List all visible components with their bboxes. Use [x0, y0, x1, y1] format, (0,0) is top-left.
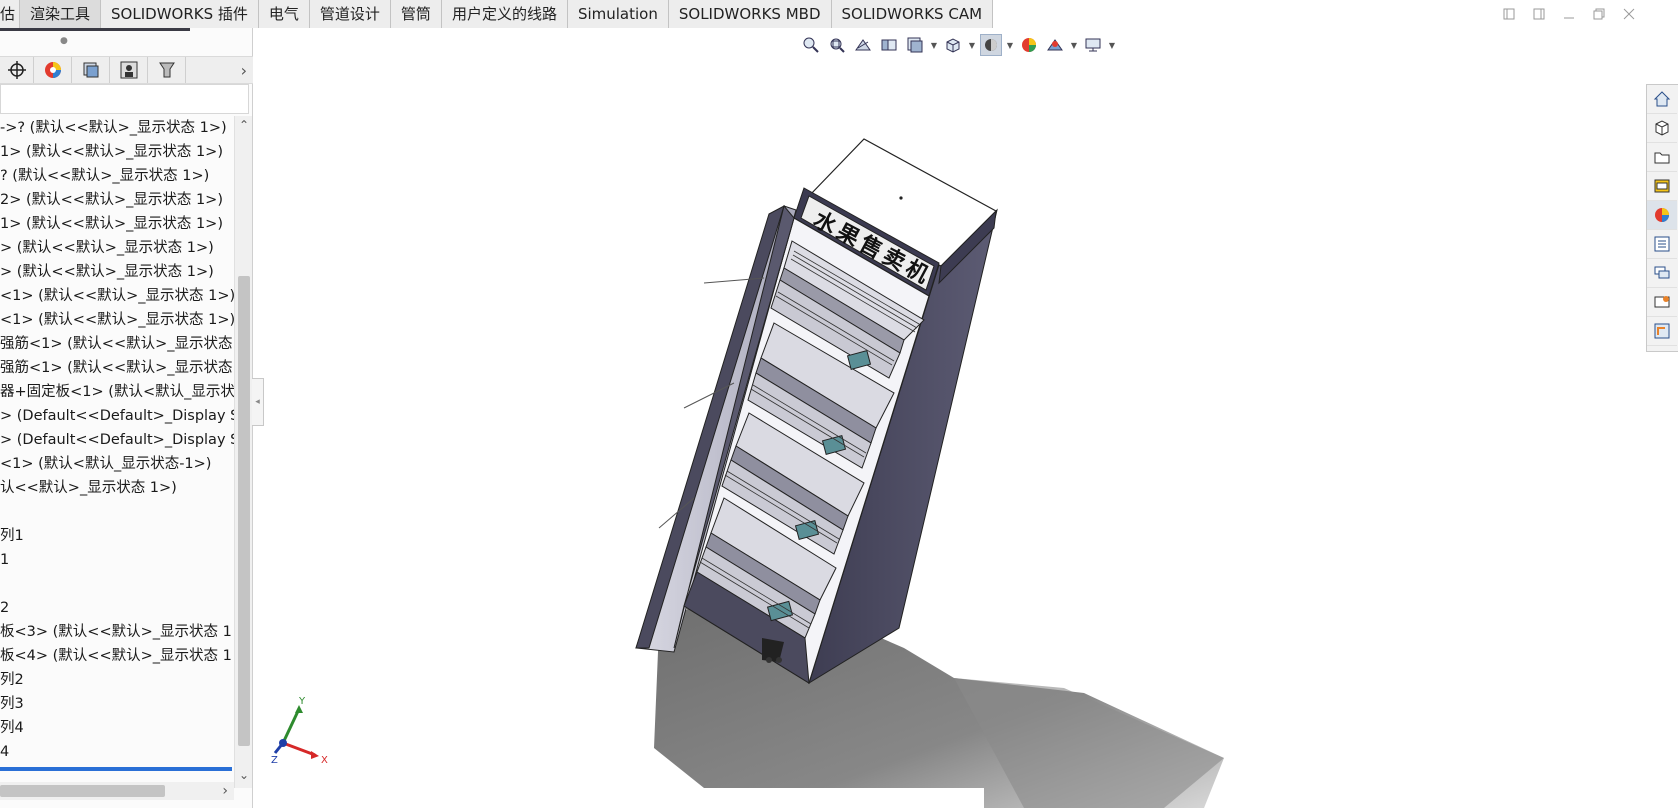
dropdown-caret-icon[interactable]: ▼ [968, 41, 976, 50]
feature-tree: ->? (默认<<默认>_显示状态 1>) 1> (默认<<默认>_显示状态 1>… [0, 116, 234, 768]
feature-manager-panel: ● › ->? (默认<<默认>_显示状态 1>) 1> (默认<<默认>_显示状… [0, 28, 253, 808]
tab-2[interactable]: SOLIDWORKS 插件 [101, 0, 259, 28]
display-style-icon[interactable] [980, 34, 1002, 56]
triad-y-label: Y [298, 697, 306, 707]
tree-row[interactable]: 列4 [0, 716, 234, 740]
tree-row[interactable]: 1> (默认<<默认>_显示状态 1>) [0, 212, 234, 236]
previous-view-icon[interactable] [852, 34, 874, 56]
window-controls [1500, 6, 1638, 22]
tree-row[interactable]: <1> (默认<<默认>_显示状态 1>) [0, 308, 234, 332]
command-manager-tabs: 估渲染工具 SOLIDWORKS 插件 电气 管道设计 管筒 用户定义的线路 Simulat… [0, 0, 994, 28]
tab-9[interactable]: SOLIDWORKS CAM [831, 0, 994, 28]
file-explorer-icon[interactable] [1647, 172, 1677, 201]
tree-row[interactable]: > (Default<<Default>_Display St [0, 428, 234, 452]
routing-library-icon[interactable] [1647, 317, 1677, 346]
solidworks-resources-icon[interactable] [1647, 288, 1677, 317]
zoom-to-area-icon[interactable] [826, 34, 848, 56]
task-pane [1646, 84, 1678, 352]
view-settings-icon[interactable] [1082, 34, 1104, 56]
tree-row[interactable]: 1> (默认<<默认>_显示状态 1>) [0, 140, 234, 164]
tree-row[interactable]: 器+固定板<1> (默认<默认_显示状态 [0, 380, 234, 404]
close-icon[interactable] [1620, 6, 1638, 22]
tree-row[interactable] [0, 572, 234, 596]
tree-row[interactable]: <1> (默认<<默认>_显示状态 1>) [0, 284, 234, 308]
appearances-icon[interactable] [1647, 201, 1677, 230]
tree-row[interactable]: 1 [0, 548, 234, 572]
dropdown-caret-icon[interactable]: ▼ [1070, 41, 1078, 50]
chevron-right-icon[interactable]: › [241, 61, 247, 80]
maximize-icon[interactable] [1590, 6, 1608, 22]
tab-7[interactable]: Simulation [567, 0, 669, 28]
view-triad[interactable]: Y X Z [269, 697, 339, 767]
triad-x-label: X [321, 755, 328, 766]
zoom-to-fit-icon[interactable] [800, 34, 822, 56]
tab-0[interactable]: 估 [0, 0, 21, 28]
tree-row[interactable]: 板<3> (默认<<默认>_显示状态 1 [0, 620, 234, 644]
tree-filter-input[interactable] [0, 84, 249, 114]
feature-manager-icon[interactable] [0, 57, 34, 83]
3d-content-icon[interactable] [1647, 114, 1677, 143]
tree-row[interactable]: 列3 [0, 692, 234, 716]
tab-5[interactable]: 管筒 [390, 0, 442, 28]
tab-3[interactable]: 电气 [258, 0, 310, 28]
minimize-icon[interactable] [1560, 6, 1578, 22]
dropdown-caret-icon[interactable]: ▼ [1006, 41, 1014, 50]
triad-z-label: Z [271, 755, 278, 766]
tree-row[interactable]: 2 [0, 596, 234, 620]
home-icon[interactable] [1647, 85, 1677, 114]
graphics-area[interactable]: 水果售卖机 Y X Z [264, 28, 1644, 808]
panel-grip-icon[interactable]: ● [60, 36, 68, 46]
dropdown-caret-icon[interactable]: ▼ [1108, 41, 1116, 50]
section-view-icon[interactable] [878, 34, 900, 56]
tree-row[interactable]: 认<<默认>_显示状态 1>) [0, 476, 234, 500]
dimxpert-icon[interactable] [110, 57, 148, 83]
tab-4[interactable]: 管道设计 [309, 0, 391, 28]
panel-tabs: › [0, 56, 253, 84]
tree-row[interactable]: ->? (默认<<默认>_显示状态 1>) [0, 116, 234, 140]
tab-1[interactable]: 渲染工具 [20, 0, 102, 28]
forum-icon[interactable] [1647, 259, 1677, 288]
tab-6[interactable]: 用户定义的线路 [441, 0, 568, 28]
panel-collapse-handle[interactable]: ◂ [252, 378, 264, 426]
config-manager-icon[interactable] [72, 57, 110, 83]
hscroll-thumb[interactable] [0, 785, 165, 797]
scroll-down-icon[interactable]: ⌄ [235, 768, 253, 784]
design-library-icon[interactable] [1647, 143, 1677, 172]
tree-row[interactable]: 强筋<1> (默认<<默认>_显示状态 [0, 356, 234, 380]
custom-properties-icon[interactable] [1647, 230, 1677, 259]
tree-row[interactable]: <1> (默认<默认_显示状态-1>) [0, 452, 234, 476]
heads-up-view-toolbar: ▼ ▼ ▼ ▼ ▼ [800, 32, 1116, 58]
tree-row[interactable]: ? (默认<<默认>_显示状态 1>) [0, 164, 234, 188]
hide-show-icon[interactable] [1018, 34, 1040, 56]
vending-machine-model[interactable]: 水果售卖机 [264, 28, 1644, 808]
tree-row[interactable]: 强筋<1> (默认<<默认>_显示状态 [0, 332, 234, 356]
tree-row[interactable]: 板<4> (默认<<默认>_显示状态 1 [0, 644, 234, 668]
dynamic-annotation-icon[interactable] [904, 34, 926, 56]
scroll-up-icon[interactable]: ⌃ [235, 118, 253, 134]
scroll-right-icon[interactable]: › [222, 782, 228, 800]
scroll-thumb[interactable] [238, 276, 250, 746]
tree-row[interactable]: > (Default<<Default>_Display St [0, 404, 234, 428]
tree-horizontal-scrollbar[interactable]: › [0, 782, 234, 800]
dropdown-caret-icon[interactable]: ▼ [930, 41, 938, 50]
tab-8[interactable]: SOLIDWORKS MBD [668, 0, 832, 28]
tree-row[interactable]: > (默认<<默认>_显示状态 1>) [0, 260, 234, 284]
panel-header-strip [0, 28, 190, 31]
edit-appearance-icon[interactable] [1044, 34, 1066, 56]
display-manager-icon[interactable] [148, 57, 186, 83]
tree-selection-bar [0, 767, 232, 771]
tree-row[interactable] [0, 500, 234, 524]
appearance-icon[interactable] [34, 57, 72, 83]
tree-row[interactable]: 2> (默认<<默认>_显示状态 1>) [0, 188, 234, 212]
view-orientation-icon[interactable] [942, 34, 964, 56]
tree-row[interactable]: > (默认<<默认>_显示状态 1>) [0, 236, 234, 260]
tree-row[interactable]: 列1 [0, 524, 234, 548]
solidworks-window: 估渲染工具 SOLIDWORKS 插件 电气 管道设计 管筒 用户定义的线路 Simulat… [0, 0, 1678, 808]
tree-row[interactable]: 列2 [0, 668, 234, 692]
restore-right-icon[interactable] [1530, 6, 1548, 22]
tree-vertical-scrollbar[interactable]: ⌃ ⌄ [234, 116, 252, 788]
tree-row[interactable]: 4 [0, 740, 234, 764]
restore-left-icon[interactable] [1500, 6, 1518, 22]
